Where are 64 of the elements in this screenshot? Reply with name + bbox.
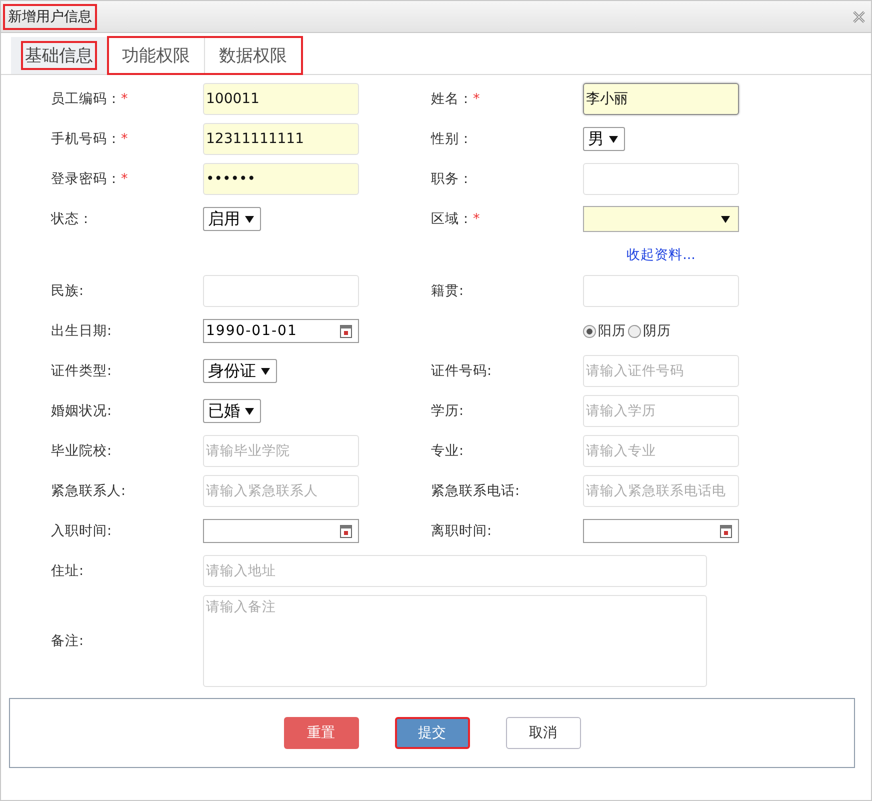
field-label: 紧急联系电话: bbox=[431, 482, 521, 500]
input-field[interactable]: 请输入证件号码 bbox=[583, 355, 739, 387]
close-icon[interactable] bbox=[853, 10, 865, 22]
date-field[interactable]: 1990-01-01 bbox=[203, 319, 359, 343]
input-field[interactable]: 请输入紧急联系人 bbox=[203, 475, 359, 507]
field-label: 紧急联系人: bbox=[51, 482, 127, 500]
caret-icon bbox=[721, 216, 730, 222]
caret-icon bbox=[261, 368, 270, 374]
collapse-link[interactable]: 收起资料... bbox=[626, 246, 696, 264]
notes-field[interactable]: 请输入备注 bbox=[203, 595, 707, 687]
reset-button[interactable]: 重置 bbox=[284, 717, 358, 749]
field-label: 籍贯: bbox=[431, 282, 465, 300]
cancel-button[interactable]: 取消 bbox=[506, 717, 580, 749]
dropdown-field[interactable] bbox=[583, 206, 739, 232]
input-field[interactable]: 请输入学历 bbox=[583, 395, 739, 427]
field-label: 出生日期: bbox=[51, 322, 113, 340]
field-label: 住址: bbox=[51, 562, 85, 580]
input-field[interactable]: 请输入专业 bbox=[583, 435, 739, 467]
calendar-icon[interactable] bbox=[340, 324, 352, 338]
caret-icon bbox=[609, 136, 618, 142]
field-label: 毕业院校: bbox=[51, 442, 113, 460]
select-field[interactable]: 身份证 bbox=[203, 359, 277, 383]
select-field[interactable]: 启用 bbox=[203, 207, 261, 231]
input-field[interactable] bbox=[583, 163, 739, 195]
field-label: 学历: bbox=[431, 402, 465, 420]
window-title: 新增用户信息 bbox=[5, 6, 95, 28]
field-label: 离职时间: bbox=[431, 522, 493, 540]
radio-label: 阴历 bbox=[643, 322, 671, 340]
radio-label: 阳历 bbox=[598, 322, 626, 340]
field-label: 备注: bbox=[51, 632, 85, 650]
field-label: 入职时间: bbox=[51, 522, 113, 540]
input-field[interactable]: 100011 bbox=[203, 83, 359, 115]
select-field[interactable]: 已婚 bbox=[203, 399, 261, 423]
calendar-icon[interactable] bbox=[720, 524, 732, 538]
date-field[interactable] bbox=[583, 519, 739, 543]
radio-button[interactable] bbox=[583, 324, 596, 338]
field-label: 区域：* bbox=[431, 210, 481, 228]
calendar-icon[interactable] bbox=[340, 524, 352, 538]
field-label: 员工编码：* bbox=[51, 90, 129, 108]
input-field[interactable]: 李小丽 bbox=[583, 83, 739, 115]
tab[interactable]: 基础信息 bbox=[11, 37, 108, 74]
field-label: 状态： bbox=[51, 210, 94, 228]
input-field[interactable]: •••••• bbox=[203, 163, 359, 195]
field-label: 专业: bbox=[431, 442, 465, 460]
input-field[interactable] bbox=[203, 275, 359, 307]
radio-button[interactable] bbox=[628, 324, 641, 338]
input-field[interactable]: 请输入紧急联系电话电 bbox=[583, 475, 739, 507]
field-label: 姓名：* bbox=[431, 90, 481, 108]
field-label: 手机号码：* bbox=[51, 130, 129, 148]
field-label: 职务： bbox=[431, 170, 474, 188]
select-field[interactable]: 男 bbox=[583, 127, 625, 151]
field-label: 性别： bbox=[431, 130, 474, 148]
field-label: 证件类型: bbox=[51, 362, 113, 380]
caret-icon bbox=[245, 216, 254, 222]
field-label: 民族: bbox=[51, 282, 85, 300]
field-label: 证件号码: bbox=[431, 362, 493, 380]
input-field[interactable]: 12311111111 bbox=[203, 123, 359, 155]
date-field[interactable] bbox=[203, 519, 359, 543]
input-field[interactable]: 请输入地址 bbox=[203, 555, 707, 587]
input-field[interactable] bbox=[583, 275, 739, 307]
field-label: 登录密码：* bbox=[51, 170, 129, 188]
field-label: 婚姻状况: bbox=[51, 402, 113, 420]
caret-icon bbox=[245, 408, 254, 414]
input-field[interactable]: 请输毕业学院 bbox=[203, 435, 359, 467]
